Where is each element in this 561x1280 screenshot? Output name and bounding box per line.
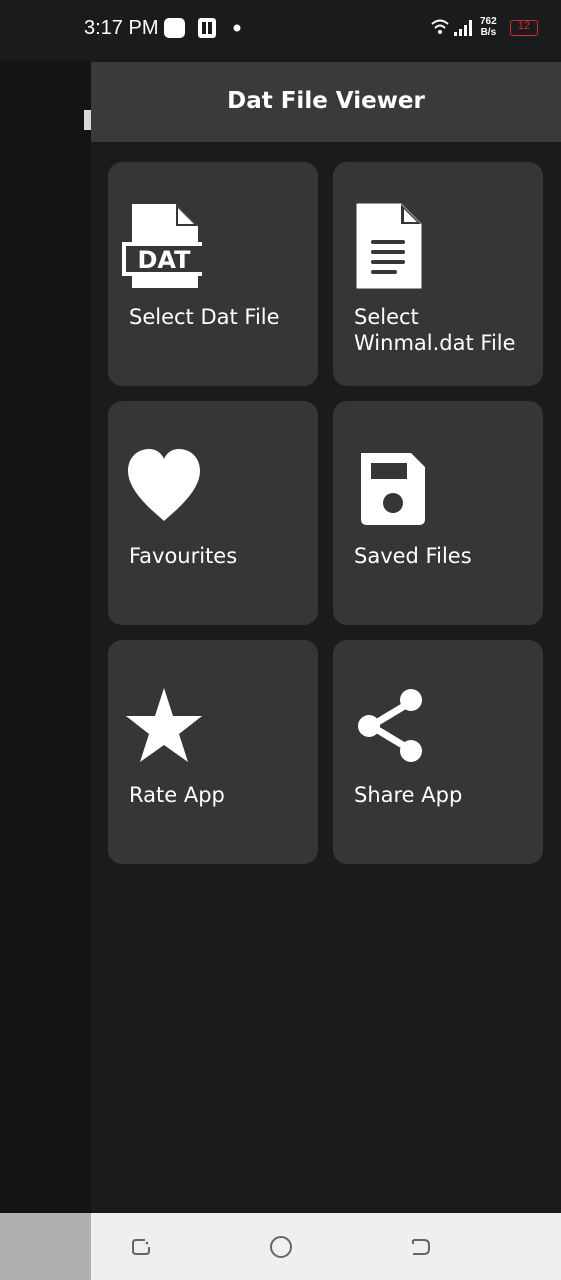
share-icon bbox=[358, 689, 422, 762]
navigation-bar-dimmed bbox=[0, 1213, 91, 1280]
status-bar: 3:17 PM 762 B/s 12 bbox=[0, 0, 561, 60]
status-time: 3:17 PM bbox=[84, 17, 159, 39]
heart-icon bbox=[128, 449, 200, 521]
share-app-button[interactable]: Share App bbox=[333, 640, 543, 864]
document-icon bbox=[356, 203, 422, 289]
app-toolbar: Dat File Viewer bbox=[91, 62, 561, 142]
status-notification-icons bbox=[164, 16, 254, 46]
floppy-disk-icon bbox=[361, 453, 425, 525]
notification-square-icon bbox=[164, 18, 185, 38]
star-icon bbox=[126, 688, 202, 762]
navigation-bar bbox=[91, 1213, 561, 1280]
svg-text:DAT: DAT bbox=[137, 246, 191, 274]
network-speed-unit: B/s bbox=[480, 27, 497, 38]
background-screen bbox=[0, 60, 91, 1213]
dat-file-icon: DAT bbox=[122, 204, 202, 288]
select-dat-file-button[interactable]: DAT Select Dat File bbox=[108, 162, 318, 386]
notification-app-icon bbox=[198, 18, 216, 38]
rate-app-label: Rate App bbox=[129, 783, 225, 807]
recent-apps-icon[interactable] bbox=[129, 1235, 153, 1259]
network-speed-value: 762 bbox=[480, 16, 497, 27]
back-icon[interactable] bbox=[409, 1235, 433, 1259]
saved-files-label: Saved Files bbox=[354, 544, 472, 568]
wifi-signal-icon bbox=[431, 19, 472, 36]
share-app-label: Share App bbox=[354, 783, 463, 807]
favourites-label: Favourites bbox=[129, 544, 238, 568]
network-speed: 762 B/s bbox=[480, 16, 497, 38]
select-winmal-dat-file-label: Select Winmal.dat File bbox=[354, 305, 516, 355]
select-winmal-dat-file-button[interactable]: Select Winmal.dat File bbox=[333, 162, 543, 386]
rate-app-button[interactable]: Rate App bbox=[108, 640, 318, 864]
background-glyph bbox=[84, 110, 91, 130]
select-dat-file-label: Select Dat File bbox=[129, 305, 280, 329]
battery-icon: 12 bbox=[510, 20, 538, 36]
app-title: Dat File Viewer bbox=[227, 88, 425, 114]
favourites-button[interactable]: Favourites bbox=[108, 401, 318, 625]
battery-level: 12 bbox=[517, 20, 531, 32]
notification-dot-icon bbox=[233, 24, 241, 32]
saved-files-button[interactable]: Saved Files bbox=[333, 401, 543, 625]
home-icon[interactable] bbox=[269, 1235, 293, 1259]
